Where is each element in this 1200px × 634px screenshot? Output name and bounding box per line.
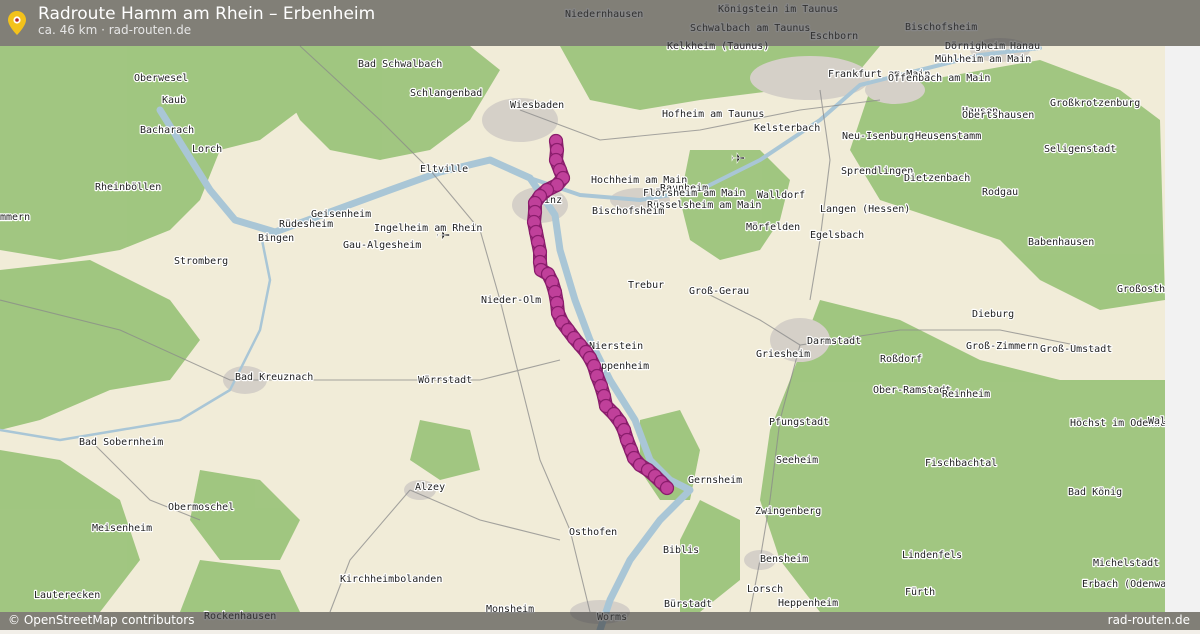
place-label: Gernsheim (688, 475, 742, 486)
route-title: Radroute Hamm am Rhein – Erbenheim (38, 4, 376, 24)
place-label: Wörrstadt (418, 375, 472, 386)
place-label: Bad Kreuznach (235, 372, 313, 383)
place-label: Bacharach (140, 125, 194, 136)
place-label: Alzey (415, 482, 445, 493)
place-label: Oberwesel (134, 73, 188, 84)
place-label: Eltville (420, 164, 468, 175)
map-canvas[interactable]: NiedernhausenKönigstein im TaunusSchwalb… (0, 0, 1200, 634)
place-label: Heusenstamm (915, 131, 981, 142)
place-label: Seeheim (776, 455, 818, 466)
place-label: Mörfelden (746, 222, 800, 233)
place-label: Ober-Ramstadt (873, 385, 951, 396)
place-label: Michelstadt (1093, 558, 1159, 569)
route-point (659, 480, 675, 496)
place-label: Mühlheim am Main (935, 54, 1031, 65)
place-label: Egelsbach (810, 230, 864, 241)
place-label: Stromberg (174, 256, 228, 267)
place-label: Babenhausen (1028, 237, 1094, 248)
place-label: Rheinböllen (95, 182, 161, 193)
place-label: Bürstadt (664, 599, 712, 610)
place-label: Seligenstadt (1044, 144, 1116, 155)
place-label: Griesheim (756, 349, 810, 360)
place-label: Nierstein (589, 341, 643, 352)
place-label: Groß-Umstadt (1040, 344, 1112, 355)
place-label: Rüdesheim (279, 219, 333, 230)
place-label: Rodgau (982, 187, 1018, 198)
place-label: Reinheim (942, 389, 990, 400)
place-label: Bischofsheim (592, 206, 664, 217)
place-label: Lauterecken (34, 590, 100, 601)
place-label: Obermoschel (168, 502, 234, 513)
place-label: Pfungstadt (769, 417, 829, 428)
place-label: Ingelheim am Rhein (374, 223, 482, 234)
place-label: Darmstadt (807, 336, 861, 347)
place-label: Heppenheim (778, 598, 838, 609)
brand-link[interactable]: rad-routen.de (1108, 613, 1190, 627)
place-label: Trebur (628, 280, 664, 291)
place-label: Gau-Algesheim (343, 240, 421, 251)
place-label: Lindenfels (902, 550, 962, 561)
place-label: Groß-Gerau (689, 286, 749, 297)
place-label: Kaub (162, 95, 186, 106)
title-bar: Radroute Hamm am Rhein – Erbenheim ca. 4… (0, 0, 1200, 46)
place-label: Lorch (192, 144, 222, 155)
place-label: Sprendlingen (841, 166, 913, 177)
place-label: Bad Schwalbach (358, 59, 442, 70)
place-label: Fürth (905, 587, 935, 598)
place-label: Flörsheim am Main (643, 188, 745, 199)
place-label: Meisenheim (92, 523, 152, 534)
place-label: Bad König (1068, 487, 1122, 498)
place-label: Roßdorf (880, 354, 922, 365)
map-edge-strip (1165, 46, 1200, 612)
place-label: Kirchheimbolanden (340, 574, 442, 585)
map-pin-icon (8, 11, 26, 39)
place-label: Zwingenberg (755, 506, 821, 517)
place-label: Wiesbaden (510, 100, 564, 111)
place-label: Biblis (663, 545, 699, 556)
place-label: Walldorf (757, 190, 805, 201)
place-label: Lorsch (747, 584, 783, 595)
place-label: Bad Sobernheim (79, 437, 163, 448)
place-label: mmern (0, 212, 30, 223)
place-label: Obertshausen (962, 110, 1034, 121)
map-view[interactable]: NiedernhausenKönigstein im TaunusSchwalb… (0, 0, 1200, 634)
place-label: Groß-Zimmern (966, 341, 1038, 352)
place-label: Großkrotzenburg (1050, 98, 1140, 109)
place-label: Neu-Isenburg (842, 131, 914, 142)
place-label: Kelsterbach (754, 123, 820, 134)
route-subtitle: ca. 46 km · rad-routen.de (38, 23, 192, 37)
place-label: Offenbach am Main (888, 73, 990, 84)
place-label: Langen (Hessen) (820, 204, 910, 215)
place-label: Hofheim am Taunus (662, 109, 764, 120)
place-label: Bensheim (760, 554, 808, 565)
place-label: Dieburg (972, 309, 1014, 320)
place-label: Fischbachtal (925, 458, 997, 469)
place-label: Osthofen (569, 527, 617, 538)
place-label: Bingen (258, 233, 294, 244)
osm-attribution[interactable]: © OpenStreetMap contributors (8, 613, 194, 627)
place-label: Dietzenbach (904, 173, 970, 184)
place-label: Oppenheim (595, 361, 649, 372)
footer-bar: © OpenStreetMap contributors rad-routen.… (0, 612, 1200, 630)
place-label: Nieder-Olm (481, 295, 541, 306)
place-label: Schlangenbad (410, 88, 482, 99)
